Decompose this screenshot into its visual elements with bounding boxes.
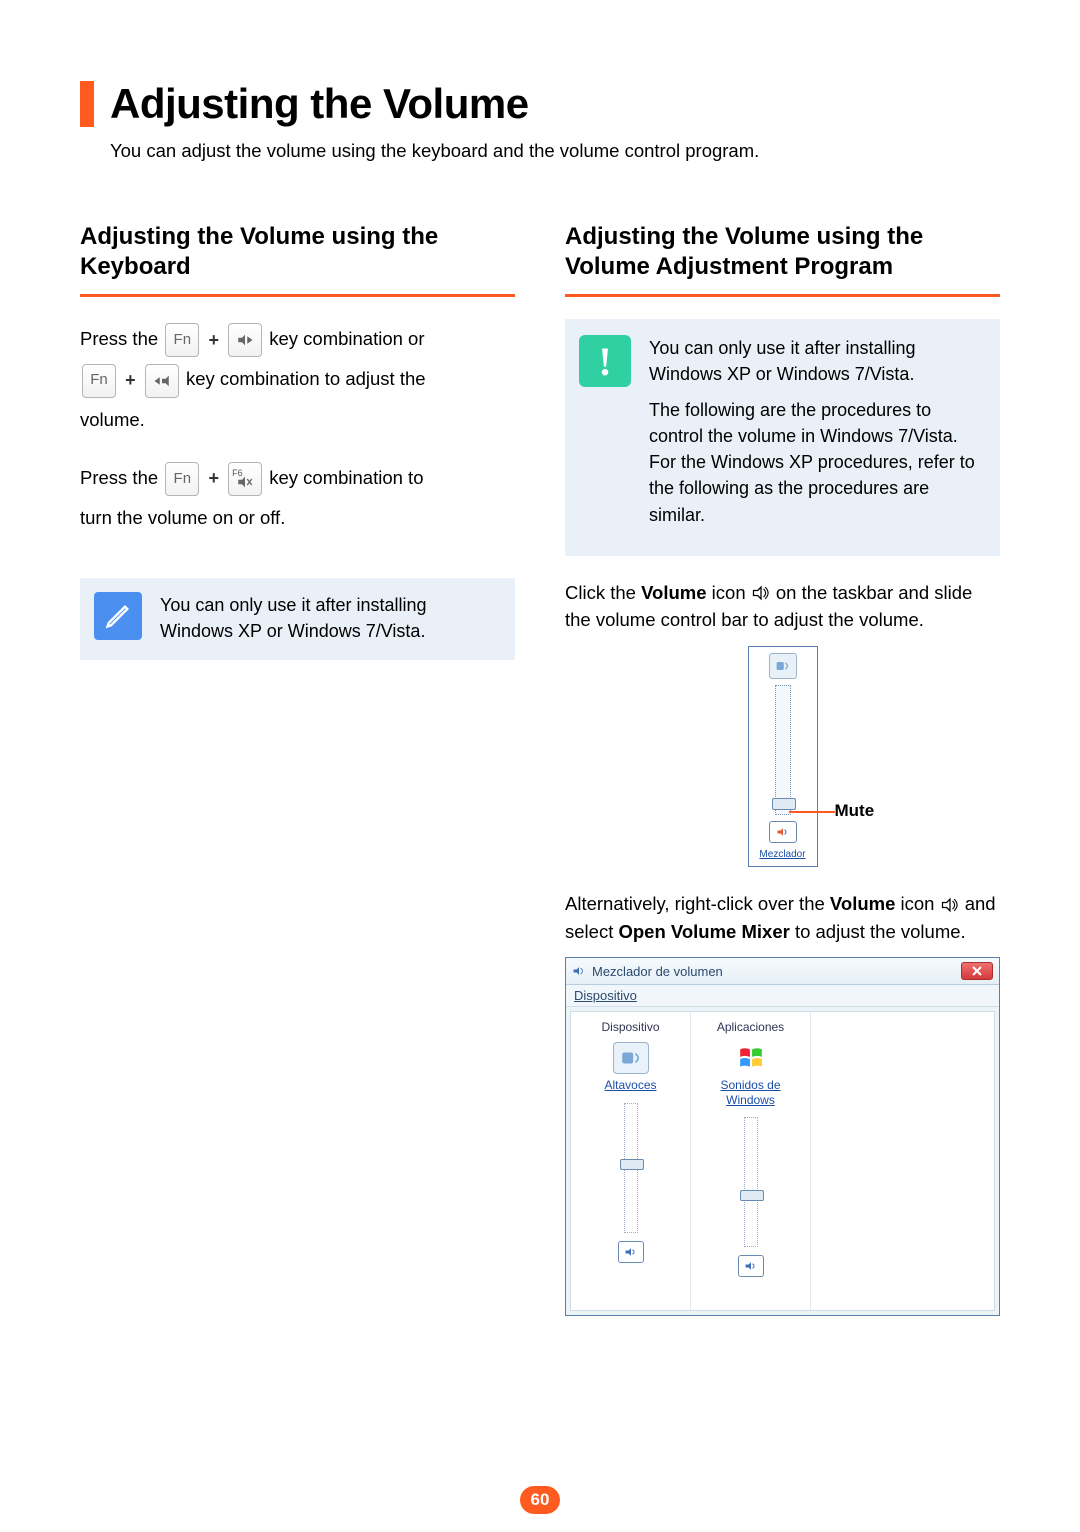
- app-mute-button[interactable]: [738, 1255, 764, 1277]
- title-accent-bar: [80, 81, 94, 127]
- note-box: You can only use it after installing Win…: [80, 578, 515, 660]
- alert-p2: The following are the procedures to cont…: [649, 397, 982, 527]
- exclamation-icon: !: [579, 335, 631, 387]
- volume-down-key: [145, 364, 179, 398]
- paragraph-right-click: Alternatively, right-click over the Volu…: [565, 891, 1000, 945]
- fn-key: Fn: [165, 462, 199, 496]
- f6-label: F6: [232, 464, 243, 483]
- text: to adjust the volume.: [790, 921, 966, 942]
- plus-sign: +: [208, 321, 219, 360]
- col-header: Aplicaciones: [695, 1020, 806, 1034]
- volume-popup[interactable]: Mezclador: [748, 646, 818, 867]
- slider-thumb[interactable]: [772, 798, 796, 810]
- slider-thumb[interactable]: [740, 1190, 764, 1201]
- slider-thumb[interactable]: [620, 1159, 644, 1170]
- menu-dispositivo[interactable]: Dispositivo: [574, 988, 637, 1003]
- callout-line: [789, 811, 835, 813]
- close-button[interactable]: [961, 962, 993, 980]
- left-column: Adjusting the Volume using the Keyboard …: [80, 222, 515, 1316]
- alert-p1: You can only use it after installing Win…: [649, 335, 982, 387]
- speaker-device-icon[interactable]: [613, 1042, 649, 1074]
- speaker-icon: [751, 580, 771, 607]
- text: key combination to: [269, 467, 423, 488]
- bold-volume: Volume: [830, 893, 895, 914]
- fn-key: Fn: [165, 323, 199, 357]
- text: Press the: [80, 467, 163, 488]
- col-header: Dispositivo: [575, 1020, 686, 1034]
- keyboard-paragraph-1b: Fn + key combination to adjust the: [80, 359, 515, 399]
- text: Click the: [565, 582, 641, 603]
- intro-paragraph: You can adjust the volume using the keyb…: [110, 140, 1000, 162]
- mute-button[interactable]: [769, 821, 797, 843]
- device-link[interactable]: Altavoces: [575, 1078, 686, 1092]
- speaker-icon: [572, 965, 586, 977]
- text: icon: [895, 893, 939, 914]
- right-heading: Adjusting the Volume using the Volume Ad…: [565, 222, 1000, 282]
- mute-callout-label: Mute: [835, 801, 875, 821]
- page-number: 60: [520, 1486, 560, 1514]
- mixer-title: Mezclador de volumen: [592, 964, 723, 979]
- text: key combination or: [269, 328, 424, 349]
- keyboard-paragraph-2b: turn the volume on or off.: [80, 498, 515, 538]
- heading-divider: [80, 294, 515, 297]
- text: Press the: [80, 328, 163, 349]
- plus-sign: +: [208, 459, 219, 498]
- f6-mute-key: F6: [228, 462, 262, 496]
- close-icon: [971, 966, 983, 976]
- bold-volume: Volume: [641, 582, 706, 603]
- plus-sign: +: [125, 361, 136, 400]
- mixer-col-apps: Aplicaciones Sonidos de Windows: [691, 1012, 811, 1310]
- text: key combination to adjust the: [186, 368, 426, 389]
- heading-divider: [565, 294, 1000, 297]
- right-column: Adjusting the Volume using the Volume Ad…: [565, 222, 1000, 1316]
- app-link[interactable]: Sonidos de Windows: [695, 1078, 806, 1107]
- alert-box: ! You can only use it after installing W…: [565, 319, 1000, 556]
- paragraph-click-volume: Click the Volume icon on the taskbar and…: [565, 580, 1000, 634]
- bold-open-mixer: Open Volume Mixer: [618, 921, 789, 942]
- keyboard-paragraph-1: Press the Fn + key combination or: [80, 319, 515, 359]
- device-mute-button[interactable]: [618, 1241, 644, 1263]
- speaker-icon: [940, 892, 960, 919]
- fn-key: Fn: [82, 364, 116, 398]
- page-title: Adjusting the Volume: [110, 80, 529, 128]
- app-slider[interactable]: [744, 1117, 758, 1247]
- page-title-row: Adjusting the Volume: [80, 80, 1000, 128]
- volume-mixer-window: Mezclador de volumen Dispositivo Disposi…: [565, 957, 1000, 1316]
- pencil-note-icon: [94, 592, 142, 640]
- left-heading: Adjusting the Volume using the Keyboard: [80, 222, 515, 282]
- mixer-titlebar[interactable]: Mezclador de volumen: [566, 958, 999, 985]
- text: volume.: [80, 409, 145, 430]
- keyboard-paragraph-2: Press the Fn + F6 key combination to: [80, 458, 515, 498]
- volume-up-key: [228, 323, 262, 357]
- text: Alternatively, right-click over the: [565, 893, 830, 914]
- note-text: You can only use it after installing Win…: [160, 592, 497, 644]
- volume-slider[interactable]: [775, 685, 791, 815]
- mezclador-link[interactable]: Mezclador: [755, 849, 811, 860]
- mixer-col-device: Dispositivo Altavoces: [571, 1012, 691, 1310]
- text: icon: [707, 582, 751, 603]
- device-icon[interactable]: [769, 653, 797, 679]
- mixer-menu[interactable]: Dispositivo: [566, 985, 999, 1007]
- keyboard-paragraph-1c: volume.: [80, 400, 515, 440]
- windows-logo-icon[interactable]: [733, 1042, 769, 1074]
- device-slider[interactable]: [624, 1103, 638, 1233]
- mixer-body: Dispositivo Altavoces Aplicacio: [570, 1011, 995, 1311]
- alert-text: You can only use it after installing Win…: [649, 335, 982, 538]
- text: turn the volume on or off.: [80, 507, 285, 528]
